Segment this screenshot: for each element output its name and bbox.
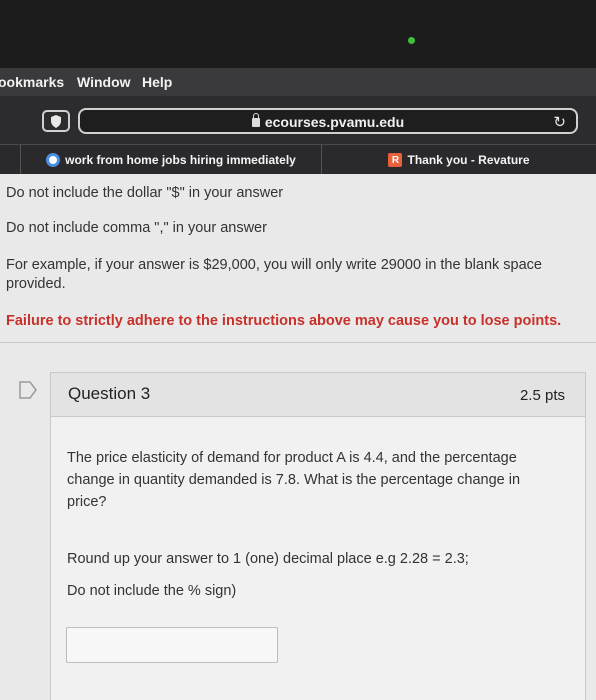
rounding-note: Round up your answer to 1 (one) decimal … (67, 551, 469, 567)
address-bar[interactable]: ecourses.pvamu.edu ↻ (78, 108, 578, 134)
privacy-shield-button[interactable] (42, 110, 70, 132)
lock-icon (251, 113, 260, 127)
question-title: Question 3 (68, 384, 151, 403)
google-icon (46, 153, 61, 167)
top-bezel (0, 0, 596, 68)
question-header: Question 3 2.5 pts (51, 373, 585, 417)
instruction-example: For example, if your answer is $29,000, … (6, 257, 542, 273)
question-text-line3: price? (67, 494, 107, 510)
question-points: 2.5 pts (519, 387, 565, 404)
menu-bar: ookmarks Window Help (0, 68, 596, 96)
instruction-dollar: Do not include the dollar "$" in your an… (6, 185, 284, 201)
question-text-line1: The price elasticity of demand for produ… (67, 450, 517, 466)
instruction-warning: Failure to strictly adhere to the instru… (6, 313, 562, 329)
flag-question-icon[interactable] (18, 381, 38, 399)
camera-indicator (408, 37, 415, 44)
tab-bar: work from home jobs hiring immediately R… (0, 144, 596, 175)
question-text-line2: change in quantity demanded is 7.8. What… (67, 472, 521, 488)
revature-icon: R (388, 153, 403, 167)
tab-label: work from home jobs hiring immediately (65, 153, 296, 167)
tab-work-from-home[interactable]: work from home jobs hiring immediately (20, 145, 322, 175)
shield-icon (51, 115, 61, 128)
answer-input[interactable] (66, 627, 278, 663)
reload-icon[interactable]: ↻ (553, 113, 566, 131)
tab-revature[interactable]: R Thank you - Revature (322, 145, 596, 175)
divider (0, 342, 596, 343)
menu-bookmarks[interactable]: ookmarks (0, 74, 64, 90)
url-text: ecourses.pvamu.edu (264, 114, 405, 130)
menu-window[interactable]: Window (77, 74, 131, 90)
instruction-example-cont: provided. (6, 276, 66, 292)
percent-note: Do not include the % sign) (67, 583, 237, 599)
page-content: Do not include the dollar "$" in your an… (0, 174, 596, 700)
tab-label: Thank you - Revature (407, 153, 530, 167)
question-card: Question 3 2.5 pts The price elasticity … (50, 372, 586, 700)
menu-help[interactable]: Help (142, 74, 172, 90)
instruction-comma: Do not include comma "," in your answer (6, 220, 267, 236)
